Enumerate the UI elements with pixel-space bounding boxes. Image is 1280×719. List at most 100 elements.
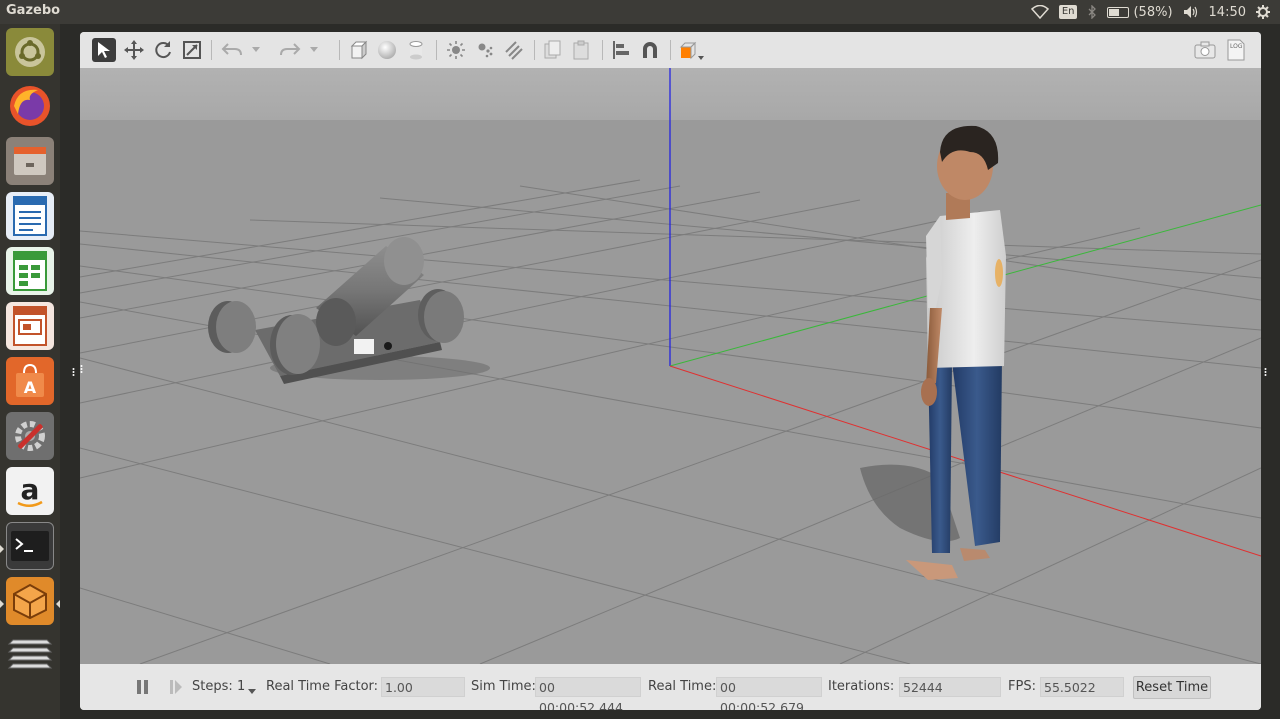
copy-icon — [544, 40, 561, 59]
real-time-label: Real Time: — [648, 679, 717, 694]
view-angle-cube-icon — [679, 41, 704, 60]
toolbar-separator — [339, 40, 340, 60]
amazon-launcher[interactable]: a — [6, 467, 54, 515]
spotlight-icon — [478, 43, 493, 58]
toolbar-separator — [211, 40, 212, 60]
insert-box-button[interactable] — [346, 38, 370, 62]
dash-button[interactable] — [6, 28, 54, 76]
3d-scene-viewport[interactable] — [80, 68, 1261, 664]
scale-icon — [183, 41, 201, 59]
workspace-stack-icon — [7, 639, 53, 669]
arrow-cursor-icon — [98, 42, 110, 58]
log-button[interactable]: LOG — [1224, 38, 1248, 62]
battery-percent: (58%) — [1133, 4, 1173, 20]
play-pause-button[interactable] — [136, 679, 150, 699]
cylinder-shape-icon — [409, 41, 423, 60]
app-title: Gazebo — [6, 3, 61, 18]
svg-text:A: A — [24, 378, 37, 397]
toolbar-separator — [436, 40, 437, 60]
rotate-mode-button[interactable] — [151, 38, 175, 62]
unity-launcher: A a — [0, 24, 60, 719]
paste-button[interactable] — [570, 38, 594, 62]
redo-icon — [280, 43, 301, 56]
amazon-icon: a — [17, 473, 43, 507]
undo-history-dropdown[interactable] — [249, 38, 263, 62]
screenshot-button[interactable] — [1193, 38, 1217, 62]
fps-value: 55.5022 — [1040, 677, 1124, 697]
log-label: LOG — [1230, 43, 1243, 50]
steps-spinbox[interactable]: 1 — [237, 679, 245, 694]
scene-canvas — [80, 68, 1261, 664]
box-shape-icon — [350, 40, 368, 60]
snap-button[interactable] — [638, 38, 662, 62]
writer-icon — [13, 196, 47, 236]
gazebo-window: LOG Steps: 1 Real Time Factor: 1.00 Sim … — [80, 32, 1261, 710]
running-indicator-gazebo — [0, 600, 4, 608]
undo-icon — [221, 43, 242, 56]
libreoffice-calc-launcher[interactable] — [6, 247, 54, 295]
terminal-icon — [11, 531, 49, 561]
running-indicator-terminal — [0, 545, 4, 553]
wifi-icon[interactable] — [1030, 5, 1049, 19]
camera-sensor-box — [354, 339, 374, 354]
chevron-down-icon — [248, 689, 256, 694]
undo-button[interactable] — [220, 38, 244, 62]
trash-stack-launcher[interactable] — [6, 632, 54, 672]
ubuntu-logo-icon — [15, 37, 45, 67]
clock[interactable]: 14:50 — [1209, 5, 1246, 20]
translate-mode-button[interactable] — [122, 38, 146, 62]
software-center-launcher[interactable]: A — [6, 357, 54, 405]
window-left-handle[interactable] — [72, 367, 75, 377]
iterations-label: Iterations: — [828, 679, 895, 694]
left-panel-handle[interactable] — [80, 364, 83, 374]
files-icon — [14, 147, 46, 175]
gazebo-launcher[interactable] — [6, 577, 54, 625]
bluetooth-icon[interactable] — [1087, 5, 1097, 19]
align-button[interactable] — [609, 38, 633, 62]
directional-light-icon — [505, 41, 523, 60]
libreoffice-impress-launcher[interactable] — [6, 302, 54, 350]
view-angle-dropdown[interactable] — [677, 38, 707, 62]
volume-icon[interactable] — [1183, 5, 1199, 19]
scale-mode-button[interactable] — [180, 38, 204, 62]
gazebo-icon — [13, 583, 47, 620]
power-gear-icon[interactable] — [1256, 5, 1270, 19]
camera-icon — [1194, 41, 1216, 59]
select-mode-button[interactable] — [92, 38, 116, 62]
simulation-status-bar: Steps: 1 Real Time Factor: 1.00 Sim Time… — [80, 664, 1261, 710]
point-light-button[interactable] — [444, 38, 468, 62]
right-panel-handle[interactable] — [1264, 367, 1267, 377]
redo-button[interactable] — [278, 38, 302, 62]
terminal-launcher[interactable] — [6, 522, 54, 570]
spot-light-button[interactable] — [473, 38, 497, 62]
insert-cylinder-button[interactable] — [404, 38, 428, 62]
copy-button[interactable] — [541, 38, 565, 62]
chevron-down-icon — [252, 47, 260, 52]
real-time-value: 00 00:00:52.679 — [716, 677, 822, 710]
battery-indicator[interactable]: (58%) — [1107, 4, 1173, 20]
battery-fill — [1109, 8, 1119, 16]
firefox-launcher[interactable] — [6, 82, 54, 130]
redo-history-dropdown[interactable] — [307, 38, 321, 62]
system-tray: En (58%) 14:50 — [1030, 0, 1280, 24]
step-button[interactable] — [169, 679, 183, 699]
reset-time-button[interactable]: Reset Time — [1133, 676, 1211, 699]
files-launcher[interactable] — [6, 137, 54, 185]
pause-icon — [137, 680, 148, 694]
sim-time-label: Sim Time: — [471, 679, 536, 694]
toolbar-separator — [534, 40, 535, 60]
insert-sphere-button[interactable] — [375, 38, 399, 62]
step-forward-icon — [170, 680, 182, 694]
keyboard-language-indicator[interactable]: En — [1058, 5, 1078, 19]
firefox-icon — [10, 86, 50, 126]
directional-light-button[interactable] — [502, 38, 526, 62]
system-settings-launcher[interactable] — [6, 412, 54, 460]
real-time-factor-value: 1.00 — [381, 677, 465, 697]
paste-icon — [573, 40, 589, 60]
libreoffice-writer-launcher[interactable] — [6, 192, 54, 240]
shirt-logo — [995, 259, 1003, 287]
real-time-factor-label: Real Time Factor: — [266, 679, 379, 694]
steps-dropdown[interactable] — [248, 684, 256, 699]
settings-gear-wrench-icon — [15, 421, 45, 451]
sphere-shape-icon — [378, 41, 396, 59]
